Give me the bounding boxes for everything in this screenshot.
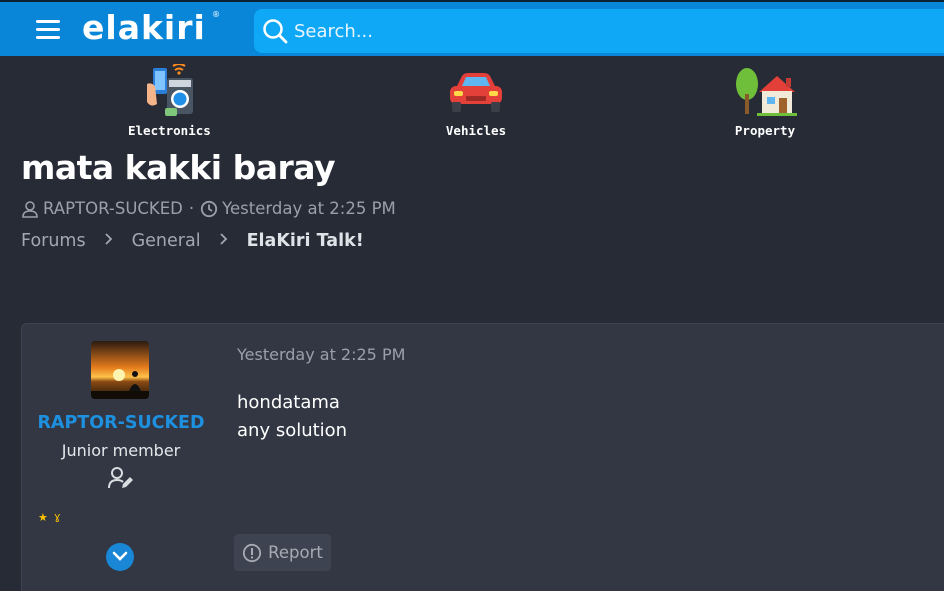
breadcrumb-elakiri-talk[interactable]: ElaKiri Talk!	[247, 231, 364, 251]
category-electronics[interactable]: Electronics	[128, 64, 211, 138]
meta-separator: ·	[188, 199, 195, 218]
chevron-down-icon	[112, 551, 128, 561]
expand-user-info-button[interactable]	[106, 543, 134, 571]
trophy-icon: ɣ	[54, 510, 61, 523]
post-card: RAPTOR-SUCKED Junior member ★ ɣ Yesterda…	[21, 323, 944, 591]
report-label: Report	[268, 543, 323, 562]
electronics-icon	[147, 64, 194, 116]
breadcrumb-forums[interactable]: Forums	[21, 231, 86, 251]
poster-username[interactable]: RAPTOR-SUCKED	[22, 413, 220, 433]
thread-date[interactable]: Yesterday at 2:25 PM	[222, 199, 396, 218]
thread-meta: RAPTOR-SUCKED · Yesterday at 2:25 PM	[21, 199, 396, 218]
category-label: Property	[734, 123, 796, 138]
chevron-right-icon	[219, 233, 228, 249]
registered-mark: ®	[212, 10, 220, 19]
search-bar[interactable]	[254, 9, 944, 53]
thread-title: mata kakki baray	[21, 148, 336, 187]
star-icon: ★	[38, 511, 48, 524]
category-label: Vehicles	[445, 123, 507, 138]
car-icon	[450, 73, 502, 112]
search-input[interactable]	[294, 15, 934, 47]
category-label: Electronics	[128, 123, 211, 138]
menu-icon[interactable]	[36, 20, 60, 40]
post-date[interactable]: Yesterday at 2:25 PM	[237, 345, 405, 364]
avatar[interactable]	[91, 341, 149, 399]
clock-icon	[201, 200, 218, 217]
thread-author[interactable]: RAPTOR-SUCKED	[43, 199, 183, 218]
search-icon[interactable]	[262, 18, 288, 44]
breadcrumb-general[interactable]: General	[132, 231, 201, 251]
user-edit-icon	[108, 467, 133, 489]
alert-circle-icon	[243, 543, 262, 562]
category-vehicles[interactable]: Vehicles	[444, 64, 508, 138]
house-icon	[736, 68, 797, 116]
category-property[interactable]: Property	[733, 64, 797, 138]
site-logo[interactable]: elakiri	[82, 8, 206, 47]
breadcrumb: Forums General ElaKiri Talk!	[21, 231, 364, 251]
poster-user-title: Junior member	[61, 441, 181, 460]
top-navigation-bar: elakiri ®	[0, 0, 944, 56]
post-line: any solution	[237, 420, 348, 441]
user-icon	[22, 200, 38, 218]
report-button[interactable]: Report	[234, 534, 331, 571]
post-line: hondatama	[237, 392, 340, 413]
post-body: hondatama any solution	[237, 389, 347, 445]
chevron-right-icon	[104, 233, 113, 249]
